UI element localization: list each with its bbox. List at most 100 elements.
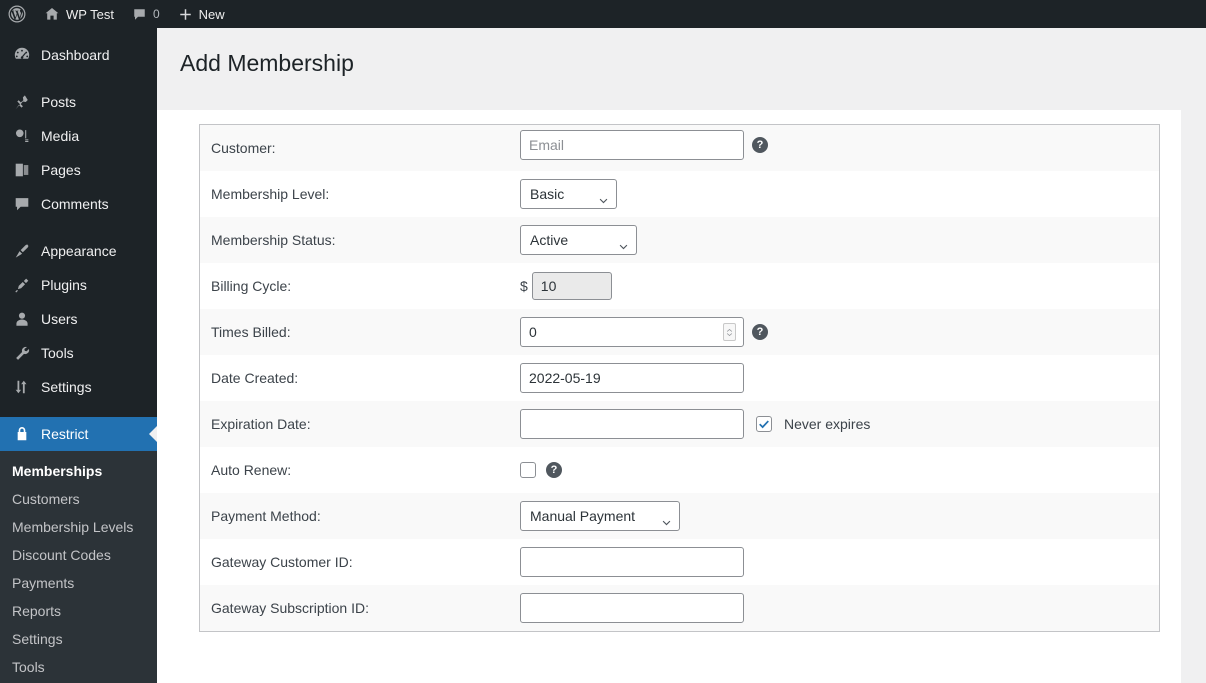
- form-row-auto-renew: Auto Renew: ?: [200, 447, 1159, 493]
- stepper-buttons[interactable]: [723, 323, 736, 341]
- sidebar-item-label: Dashboard: [41, 47, 110, 63]
- auto-renew-checkbox[interactable]: [520, 462, 536, 478]
- submenu-item-discount-codes[interactable]: Discount Codes: [0, 541, 157, 569]
- page-title: Add Membership: [180, 50, 354, 76]
- form-row-customer: Customer: ?: [200, 125, 1159, 171]
- label-auto-renew: Auto Renew:: [211, 462, 292, 478]
- sidebar-item-tools[interactable]: Tools: [0, 336, 157, 370]
- wrench-icon: [12, 343, 32, 363]
- sidebar-item-media[interactable]: Media: [0, 119, 157, 153]
- site-name-label: WP Test: [66, 6, 114, 22]
- comment-icon: [12, 194, 32, 214]
- help-icon[interactable]: ?: [752, 137, 768, 153]
- site-name-button[interactable]: WP Test: [35, 0, 123, 28]
- admin-bar: WP Test 0 New: [0, 0, 1206, 28]
- sidebar-item-label: Settings: [41, 379, 92, 395]
- new-content-button[interactable]: New: [169, 0, 234, 28]
- brush-icon: [12, 241, 32, 261]
- chevron-down-icon: [662, 513, 671, 526]
- currency-symbol: $: [520, 278, 528, 294]
- submenu-item-memberships[interactable]: Memberships: [0, 457, 157, 485]
- submenu-item-payments[interactable]: Payments: [0, 569, 157, 597]
- sidebar-item-label: Plugins: [41, 277, 87, 293]
- sidebar-item-label: Comments: [41, 196, 109, 212]
- label-gateway-customer-id: Gateway Customer ID:: [211, 554, 353, 570]
- label-payment-method: Payment Method:: [211, 508, 321, 524]
- sidebar-item-users[interactable]: Users: [0, 302, 157, 336]
- sidebar-item-pages[interactable]: Pages: [0, 153, 157, 187]
- wordpress-logo-button[interactable]: [0, 0, 35, 28]
- times-billed-input[interactable]: [520, 317, 744, 347]
- label-membership-status: Membership Status:: [211, 232, 336, 248]
- form-row-date-created: Date Created:: [200, 355, 1159, 401]
- label-membership-level: Membership Level:: [211, 186, 330, 202]
- label-expiration-date: Expiration Date:: [211, 416, 311, 432]
- submenu-item-reports[interactable]: Reports: [0, 597, 157, 625]
- chevron-down-icon: [619, 237, 628, 250]
- payment-method-select[interactable]: Manual Payment: [520, 501, 680, 531]
- form-row-membership-level: Membership Level: Basic: [200, 171, 1159, 217]
- new-label: New: [198, 6, 225, 22]
- membership-status-select[interactable]: Active: [520, 225, 637, 255]
- expiration-date-input[interactable]: [520, 409, 744, 439]
- form-row-payment-method: Payment Method: Manual Payment: [200, 493, 1159, 539]
- admin-sidebar: Dashboard Posts Media Pages Comments App…: [0, 28, 157, 683]
- pages-icon: [12, 160, 32, 180]
- sidebar-item-label: Posts: [41, 94, 77, 110]
- form-row-membership-status: Membership Status: Active: [200, 217, 1159, 263]
- sidebar-item-plugins[interactable]: Plugins: [0, 268, 157, 302]
- sidebar-item-label: Pages: [41, 162, 81, 178]
- date-created-input[interactable]: [520, 363, 744, 393]
- media-icon: [12, 126, 32, 146]
- lock-icon: [12, 424, 32, 444]
- form-row-expiration-date: Expiration Date: Never expires: [200, 401, 1159, 447]
- sidebar-item-comments[interactable]: Comments: [0, 187, 157, 221]
- sidebar-item-label: Restrict: [41, 426, 89, 442]
- submenu-item-settings[interactable]: Settings: [0, 625, 157, 653]
- comments-bubble-button[interactable]: 0: [123, 0, 169, 28]
- membership-level-value: Basic: [530, 186, 565, 202]
- never-expires-label: Never expires: [784, 416, 871, 432]
- never-expires-checkbox[interactable]: [756, 416, 772, 432]
- sidebar-item-label: Media: [41, 128, 80, 144]
- customer-email-input[interactable]: [520, 130, 744, 160]
- dashboard-icon: [12, 45, 32, 65]
- membership-status-value: Active: [530, 232, 569, 248]
- comment-icon: [132, 7, 147, 22]
- content-area: Add Membership Customer: ?: [157, 28, 1206, 683]
- sidebar-item-posts[interactable]: Posts: [0, 85, 157, 119]
- help-icon[interactable]: ?: [546, 462, 562, 478]
- sidebar-item-restrict[interactable]: Restrict: [0, 417, 157, 451]
- sidebar-item-label: Appearance: [41, 243, 117, 259]
- label-billing-cycle: Billing Cycle:: [211, 278, 292, 294]
- comment-count: 0: [152, 7, 160, 21]
- plug-icon: [12, 275, 32, 295]
- gateway-subscription-id-input[interactable]: [520, 593, 744, 623]
- sidebar-item-appearance[interactable]: Appearance: [0, 234, 157, 268]
- form-row-gateway-subscription-id: Gateway Subscription ID:: [200, 585, 1159, 631]
- label-gateway-subscription-id: Gateway Subscription ID:: [211, 600, 369, 616]
- home-icon: [44, 6, 60, 22]
- sidebar-item-label: Users: [41, 311, 78, 327]
- content-pane: Customer: ? Membership Level:: [157, 110, 1181, 683]
- sidebar-item-label: Tools: [41, 345, 74, 361]
- form-row-gateway-customer-id: Gateway Customer ID:: [200, 539, 1159, 585]
- label-customer: Customer:: [211, 140, 276, 156]
- membership-form: Customer: ? Membership Level:: [199, 124, 1160, 632]
- sidebar-item-settings[interactable]: Settings: [0, 370, 157, 404]
- membership-level-select[interactable]: Basic: [520, 179, 617, 209]
- times-billed-stepper[interactable]: [520, 317, 744, 347]
- pin-icon: [12, 92, 32, 112]
- submenu-item-tools[interactable]: Tools: [0, 653, 157, 681]
- sidebar-item-dashboard[interactable]: Dashboard: [0, 38, 157, 72]
- submenu-item-customers[interactable]: Customers: [0, 485, 157, 513]
- wordpress-logo-icon: [8, 5, 26, 23]
- help-icon[interactable]: ?: [752, 324, 768, 340]
- gateway-customer-id-input[interactable]: [520, 547, 744, 577]
- billing-cycle-amount-input[interactable]: [531, 272, 612, 300]
- user-icon: [12, 309, 32, 329]
- form-row-times-billed: Times Billed: ?: [200, 309, 1159, 355]
- sliders-icon: [12, 377, 32, 397]
- submenu-item-membership-levels[interactable]: Membership Levels: [0, 513, 157, 541]
- chevron-down-icon: [599, 191, 608, 204]
